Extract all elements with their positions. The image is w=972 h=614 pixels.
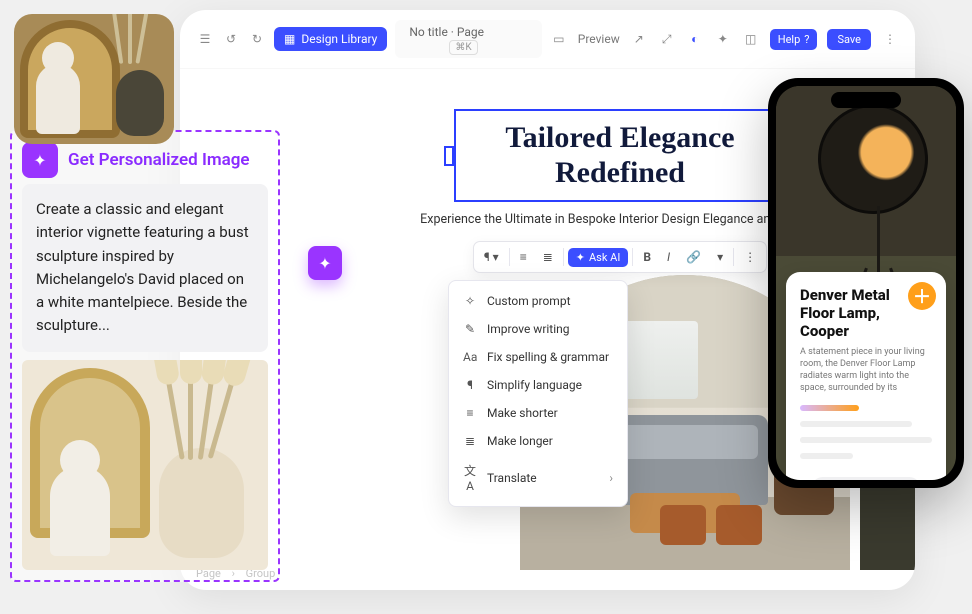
headline-line2: Redefined xyxy=(480,156,760,191)
skeleton-line xyxy=(800,405,859,411)
toolbar: ☰ ↺ ↻ ▦ Design Library No title · Page ⌘… xyxy=(180,10,915,69)
globe-icon[interactable]: ◐ xyxy=(686,30,704,48)
design-library-label: Design Library xyxy=(301,32,377,46)
sparkle-icon: ✧ xyxy=(463,294,477,308)
paragraph-icon: ¶ xyxy=(463,378,477,392)
skeleton-line xyxy=(800,421,912,427)
redo-icon[interactable]: ↻ xyxy=(248,30,266,48)
product-hero-image xyxy=(776,86,956,256)
panel-icon[interactable]: ◫ xyxy=(742,30,760,48)
product-card: ＋ Denver Metal Floor Lamp, Cooper A stat… xyxy=(786,272,946,480)
paragraph-style-dropdown[interactable]: ¶ ▾ xyxy=(478,246,505,268)
reference-thumbnail[interactable] xyxy=(14,14,174,144)
pencil-icon: ✎ xyxy=(463,322,477,336)
menu-icon[interactable]: ☰ xyxy=(196,30,214,48)
ai-item-label: Custom prompt xyxy=(487,294,571,308)
save-button[interactable]: Save xyxy=(827,29,871,50)
headline-line1: Tailored Elegance xyxy=(480,121,760,156)
fullscreen-icon[interactable]: ⤢ xyxy=(658,30,676,48)
link-icon[interactable]: 🔗 xyxy=(680,246,707,268)
shorter-icon: ≡ xyxy=(463,406,477,420)
list-icon[interactable]: ≣ xyxy=(537,246,559,268)
ai-fab-button[interactable]: ✦ xyxy=(308,246,342,280)
prompt-card[interactable]: Create a classic and elegant interior vi… xyxy=(22,184,268,352)
ai-item-longer[interactable]: ≣ Make longer xyxy=(449,427,627,455)
ai-item-label: Simplify language xyxy=(487,378,582,392)
align-icon[interactable]: ≡ xyxy=(514,246,533,268)
preview-label[interactable]: Preview xyxy=(578,32,620,46)
ask-ai-label: Ask AI xyxy=(589,251,620,264)
headline-selected[interactable]: Tailored Elegance Redefined xyxy=(454,109,786,202)
bold-button[interactable]: B xyxy=(637,246,657,268)
more-icon[interactable]: ⋮ xyxy=(881,30,899,48)
ai-item-translate[interactable]: 文A Translate › xyxy=(449,455,627,500)
format-toolbar: ¶ ▾ ≡ ≣ ✦ Ask AI B I 🔗 ▾ ⋮ xyxy=(473,241,767,273)
add-to-cart-button[interactable]: ＋ xyxy=(908,282,936,310)
ai-item-label: Translate xyxy=(487,471,537,485)
text-icon: Aa xyxy=(463,350,477,364)
ai-item-custom-prompt[interactable]: ✧ Custom prompt xyxy=(449,287,627,315)
italic-button[interactable]: I xyxy=(661,246,676,268)
phone-notch xyxy=(831,92,901,108)
sparkle-icon: ✦ xyxy=(318,254,331,273)
help-label: Help xyxy=(778,33,801,46)
product-description: A statement piece in your living room, t… xyxy=(800,346,932,395)
cta-placeholder[interactable] xyxy=(811,477,921,480)
help-button[interactable]: Help ? xyxy=(770,29,818,50)
ai-item-label: Make shorter xyxy=(487,406,558,420)
chevron-right-icon: › xyxy=(609,471,613,485)
resize-handle-left[interactable] xyxy=(444,146,454,166)
shortcut-badge: ⌘K xyxy=(449,40,477,55)
toolbar-right: ▭ Preview ↗ ⤢ ◐ ✦ ◫ Help ? Save ⋮ xyxy=(550,29,899,50)
ai-item-fix-spelling[interactable]: Aa Fix spelling & grammar xyxy=(449,343,627,371)
ai-item-simplify[interactable]: ¶ Simplify language xyxy=(449,371,627,399)
skeleton-row xyxy=(800,437,932,443)
help-icon: ? xyxy=(804,33,809,46)
phone-mockup: ＋ Denver Metal Floor Lamp, Cooper A stat… xyxy=(768,78,964,488)
ai-menu: ✧ Custom prompt ✎ Improve writing Aa Fix sp… xyxy=(448,280,628,507)
ai-item-label: Make longer xyxy=(487,434,553,448)
design-library-button[interactable]: ▦ Design Library xyxy=(274,27,387,51)
ai-item-shorter[interactable]: ≡ Make shorter xyxy=(449,399,627,427)
undo-icon[interactable]: ↺ xyxy=(222,30,240,48)
ai-item-label: Improve writing xyxy=(487,322,570,336)
skeleton-line xyxy=(800,453,853,459)
ai-sparkle-icon: ✦ xyxy=(576,251,585,264)
personalized-image-title: Get Personalized Image xyxy=(68,150,250,170)
external-link-icon[interactable]: ↗ xyxy=(630,30,648,48)
ai-item-label: Fix spelling & grammar xyxy=(487,350,609,364)
ai-item-improve[interactable]: ✎ Improve writing xyxy=(449,315,627,343)
sparkle-chip: ✦ xyxy=(22,142,58,178)
document-title[interactable]: No title · Page ⌘K xyxy=(395,20,541,58)
sparkle-icon[interactable]: ✦ xyxy=(714,30,732,48)
personalized-image-panel: ✦ Get Personalized Image Create a classi… xyxy=(10,130,280,582)
document-title-text: No title · Page xyxy=(409,25,484,39)
more-format-dropdown[interactable]: ▾ xyxy=(711,246,729,268)
longer-icon: ≣ xyxy=(463,434,477,448)
ask-ai-button[interactable]: ✦ Ask AI xyxy=(568,248,629,267)
library-icon: ▦ xyxy=(284,32,295,46)
generated-image-preview[interactable] xyxy=(22,360,268,570)
overflow-icon[interactable]: ⋮ xyxy=(738,246,762,268)
desktop-preview-icon[interactable]: ▭ xyxy=(550,30,568,48)
translate-icon: 文A xyxy=(463,462,477,493)
